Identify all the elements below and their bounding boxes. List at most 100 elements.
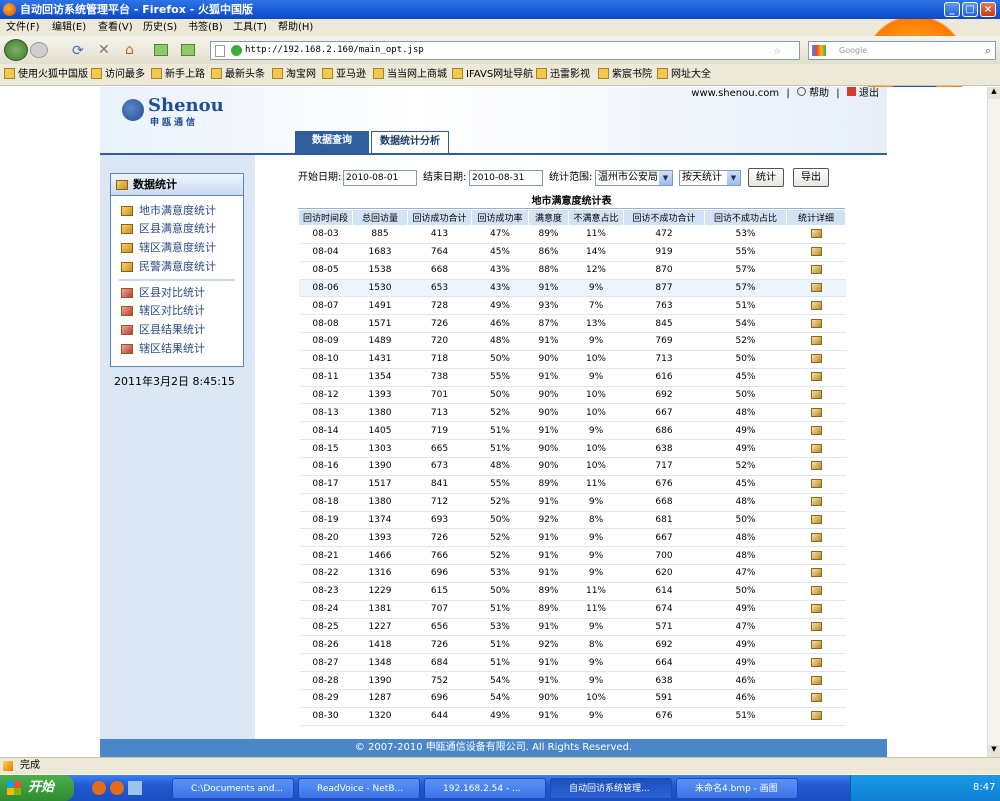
site-link[interactable]: www.shenou.com xyxy=(691,88,779,99)
tab-data-query[interactable]: 数据查询 xyxy=(295,131,369,153)
edit-icon[interactable] xyxy=(810,497,822,507)
scroll-down-icon[interactable]: ▼ xyxy=(988,745,1000,757)
edit-icon[interactable] xyxy=(810,425,822,435)
detail-cell[interactable] xyxy=(786,457,846,476)
stat-button[interactable]: 统计 xyxy=(748,168,784,187)
minimize-button[interactable]: _ xyxy=(944,2,960,17)
detail-cell[interactable] xyxy=(786,528,846,548)
bookmark-add-icon[interactable] xyxy=(181,44,195,56)
detail-cell[interactable] xyxy=(786,546,846,566)
detail-cell[interactable] xyxy=(786,386,846,405)
start-button[interactable]: 开始 xyxy=(0,775,74,801)
detail-cell[interactable] xyxy=(786,618,846,637)
sidebar-item-officer[interactable]: 民警满意度统计 xyxy=(121,260,216,274)
quicklaunch-firefox-icon[interactable] xyxy=(110,781,124,795)
task-explorer[interactable]: C:\Documents and... xyxy=(172,778,294,799)
menu-view[interactable]: 查看(V) xyxy=(98,19,133,36)
quicklaunch-firefox-icon[interactable] xyxy=(92,781,106,795)
logout-link[interactable]: 退出 xyxy=(859,88,879,99)
sidebar-item-county[interactable]: 区县满意度统计 xyxy=(121,222,216,236)
detail-cell[interactable] xyxy=(786,261,846,280)
detail-cell[interactable] xyxy=(786,671,846,690)
menu-tools[interactable]: 工具(T) xyxy=(233,19,267,36)
help-link[interactable]: 帮助 xyxy=(809,88,829,99)
edit-icon[interactable] xyxy=(810,621,822,631)
reload-icon[interactable]: ⟳ xyxy=(72,43,84,59)
edit-icon[interactable] xyxy=(810,550,822,560)
close-button[interactable]: × xyxy=(980,2,996,17)
go-icon[interactable] xyxy=(231,45,242,56)
detail-cell[interactable] xyxy=(786,350,846,369)
edit-icon[interactable] xyxy=(810,639,822,649)
sidebar-item-district[interactable]: 辖区满意度统计 xyxy=(121,241,216,255)
detail-cell[interactable] xyxy=(786,511,846,530)
edit-icon[interactable] xyxy=(810,711,822,721)
search-icon[interactable]: ⌕ xyxy=(985,42,991,59)
forward-icon[interactable] xyxy=(30,42,48,58)
export-button[interactable]: 导出 xyxy=(793,168,829,187)
detail-cell[interactable] xyxy=(786,582,846,601)
end-date-input[interactable]: 2010-08-31 xyxy=(469,170,543,186)
menu-edit[interactable]: 编辑(E) xyxy=(52,19,86,36)
detail-cell[interactable] xyxy=(786,225,846,244)
detail-cell[interactable] xyxy=(786,707,846,726)
sidebar-item-city[interactable]: 地市满意度统计 xyxy=(121,204,216,218)
sidebar-item-county-result[interactable]: 区县结果统计 xyxy=(121,323,205,337)
bookmark-item[interactable]: 迅雷影视 xyxy=(536,64,590,86)
sidebar-item-county-compare[interactable]: 区县对比统计 xyxy=(121,286,205,300)
bookmark-item[interactable]: 淘宝网 xyxy=(272,64,316,86)
bookmark-item[interactable]: IFAVS网址导航 xyxy=(452,64,533,86)
menu-bookmarks[interactable]: 书签(B) xyxy=(188,19,223,36)
bookmark-item[interactable]: 最新头条 xyxy=(211,64,265,86)
edit-icon[interactable] xyxy=(810,675,822,685)
bookmark-item[interactable]: 亚马逊 xyxy=(322,64,366,86)
edit-icon[interactable] xyxy=(810,229,822,239)
bookmark-item[interactable]: 访问最多 xyxy=(91,64,145,86)
bookmark-item[interactable]: 新手上路 xyxy=(151,64,205,86)
detail-cell[interactable] xyxy=(786,635,846,655)
edit-icon[interactable] xyxy=(810,407,822,417)
edit-icon[interactable] xyxy=(810,586,822,596)
detail-cell[interactable] xyxy=(786,439,846,458)
edit-icon[interactable] xyxy=(810,354,822,364)
edit-icon[interactable] xyxy=(810,265,822,275)
edit-icon[interactable] xyxy=(810,282,822,292)
detail-cell[interactable] xyxy=(786,279,846,298)
detail-cell[interactable] xyxy=(786,296,846,316)
detail-cell[interactable] xyxy=(786,243,846,262)
bookmark-item[interactable]: 使用火狐中国版 xyxy=(4,64,88,86)
new-tab-icon[interactable] xyxy=(154,44,168,56)
sidebar-item-district-compare[interactable]: 辖区对比统计 xyxy=(121,304,205,318)
detail-cell[interactable] xyxy=(786,564,846,583)
edit-icon[interactable] xyxy=(810,532,822,542)
vertical-scrollbar[interactable]: ▲ ▼ xyxy=(987,87,1000,757)
edit-icon[interactable] xyxy=(810,390,822,400)
task-paint[interactable]: 未命名4.bmp - 画图 xyxy=(676,778,798,799)
star-icon[interactable]: ☆ xyxy=(774,42,781,59)
maximize-button[interactable]: □ xyxy=(962,2,978,17)
edit-icon[interactable] xyxy=(810,479,822,489)
search-input[interactable]: Google ⌕ xyxy=(808,41,996,60)
period-select[interactable]: 按天统计 ▼ xyxy=(679,170,741,186)
home-icon[interactable]: ⌂ xyxy=(125,42,134,58)
edit-icon[interactable] xyxy=(810,318,822,328)
scroll-up-icon[interactable]: ▲ xyxy=(988,87,1000,99)
tab-data-analysis[interactable]: 数据统计分析 xyxy=(371,131,449,153)
edit-icon[interactable] xyxy=(810,657,822,667)
edit-icon[interactable] xyxy=(810,372,822,382)
task-firefox[interactable]: 自动回访系统管理... xyxy=(550,778,672,799)
detail-cell[interactable] xyxy=(786,689,846,708)
detail-cell[interactable] xyxy=(786,314,846,334)
edit-icon[interactable] xyxy=(810,443,822,453)
edit-icon[interactable] xyxy=(810,300,822,310)
edit-icon[interactable] xyxy=(810,336,822,346)
bookmark-item[interactable]: 当当网上商城 xyxy=(373,64,447,86)
back-icon[interactable] xyxy=(4,39,28,61)
edit-icon[interactable] xyxy=(810,461,822,471)
bookmark-item[interactable]: 网址大全 xyxy=(657,64,711,86)
detail-cell[interactable] xyxy=(786,421,846,441)
menu-history[interactable]: 历史(S) xyxy=(143,19,177,36)
quicklaunch-ie-icon[interactable] xyxy=(128,781,142,795)
edit-icon[interactable] xyxy=(810,693,822,703)
edit-icon[interactable] xyxy=(810,604,822,614)
